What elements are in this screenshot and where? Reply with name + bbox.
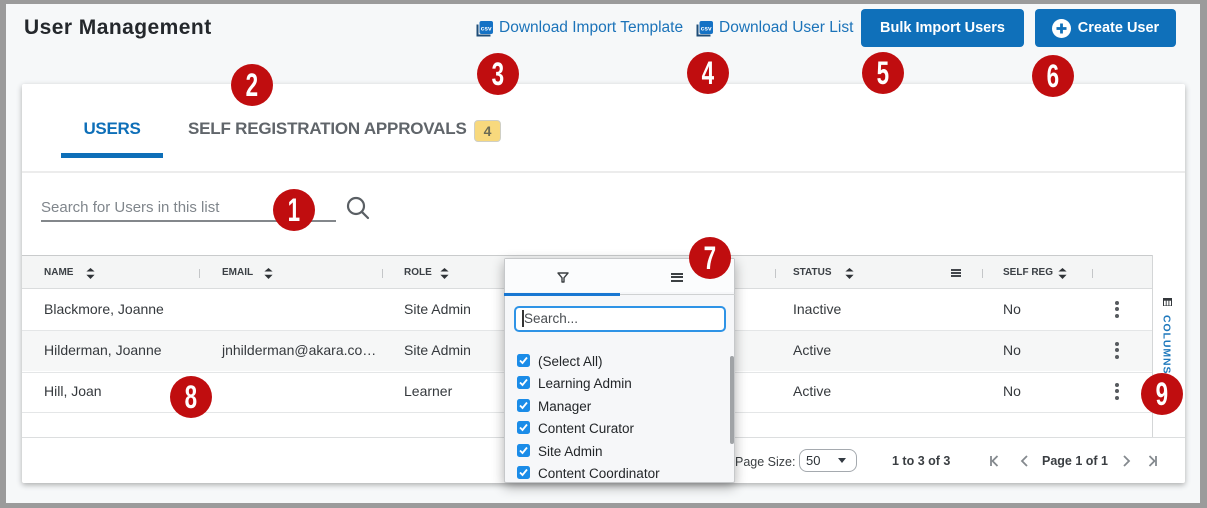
- svg-text:csv: csv: [701, 25, 712, 32]
- svg-text:csv: csv: [481, 25, 492, 32]
